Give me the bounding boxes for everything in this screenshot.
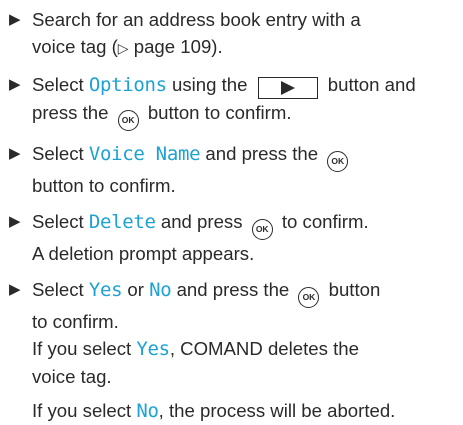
step-select-options: ▶ Select Options using the button and pr… — [6, 71, 457, 131]
option-yes: Yes — [136, 338, 170, 360]
step-result-text: If you select No, the process will be ab… — [32, 400, 396, 422]
step-text: Search for an address book entry with a — [32, 9, 361, 30]
page-reference-icon: ▷ — [117, 40, 129, 56]
step-select-voice-name: ▶ Select Voice Name and press the OK but… — [6, 140, 457, 199]
step-bullet-icon: ▶ — [9, 213, 21, 230]
step-search-entry: ▶ Search for an address book entry with … — [6, 6, 457, 62]
step-text: Select Voice Name and press the OK — [32, 140, 457, 172]
ok-button-icon: OK — [251, 219, 273, 240]
ok-button-icon: OK — [298, 287, 320, 308]
right-arrow-icon — [280, 81, 295, 95]
step-bullet-icon: ▶ — [9, 11, 21, 28]
step-text: to confirm. — [32, 311, 119, 332]
step-bullet-icon: ▶ — [9, 76, 21, 93]
step-select-yes-no: ▶ Select Yes or No and press the OK butt… — [6, 276, 457, 425]
step-text: Select Options using the button and — [32, 71, 457, 99]
ok-button-icon: OK — [117, 110, 139, 131]
step-select-delete: ▶ Select Delete and press OK to confirm.… — [6, 208, 457, 267]
option-no: No — [149, 279, 172, 301]
menu-item-voice-name: Voice Name — [88, 143, 201, 165]
ok-button-icon: OK — [327, 151, 349, 172]
option-no: No — [136, 400, 159, 422]
step-result-text: A deletion prompt appears. — [32, 243, 255, 264]
step-text: button to confirm. — [32, 175, 176, 196]
step-text: Select Yes or No and press the OK button — [32, 276, 457, 308]
menu-item-delete: Delete — [88, 211, 156, 233]
right-arrow-button-icon — [257, 77, 318, 99]
step-text: Select Delete and press OK to confirm. — [32, 208, 457, 240]
menu-item-options: Options — [88, 74, 167, 96]
step-text: press the OK button to confirm. — [32, 99, 457, 131]
step-bullet-icon: ▶ — [9, 145, 21, 162]
step-result-text: If you select Yes, COMAND deletes the — [32, 338, 359, 360]
step-bullet-icon: ▶ — [9, 281, 21, 298]
option-yes: Yes — [88, 279, 123, 301]
step-result-text: voice tag. — [32, 366, 112, 387]
instruction-page: ▶ Search for an address book entry with … — [0, 0, 463, 423]
step-text: voice tag (▷ page 109). — [32, 36, 223, 57]
